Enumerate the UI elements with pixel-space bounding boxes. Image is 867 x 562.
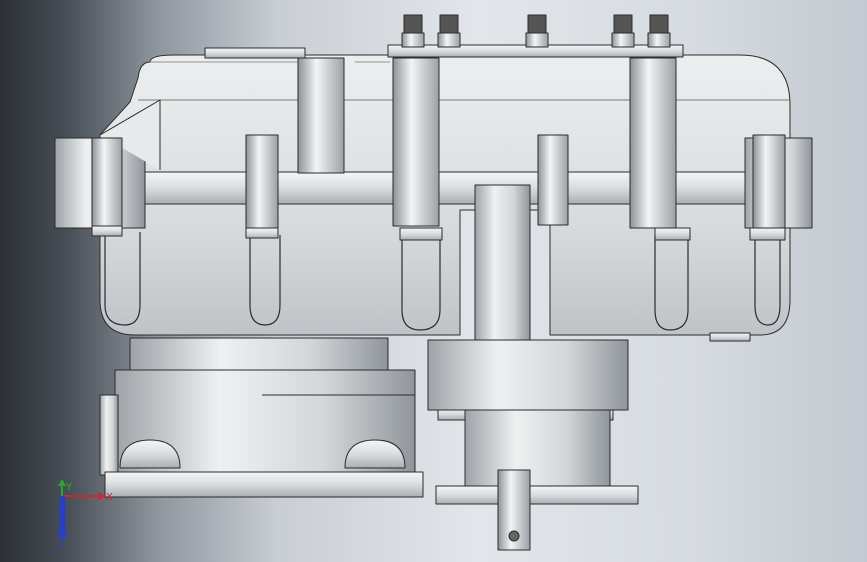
right-mount (427, 339, 639, 551)
triad-z-label: Z (58, 540, 65, 550)
drain-plug (709, 332, 751, 342)
coordinate-triad: X Y Z (56, 480, 113, 550)
left-motor (99, 337, 424, 498)
triad-x-label: X (106, 492, 113, 503)
threaded-studs (403, 14, 669, 36)
cad-viewport[interactable] (0, 0, 867, 562)
triad-y-label: Y (65, 482, 73, 493)
